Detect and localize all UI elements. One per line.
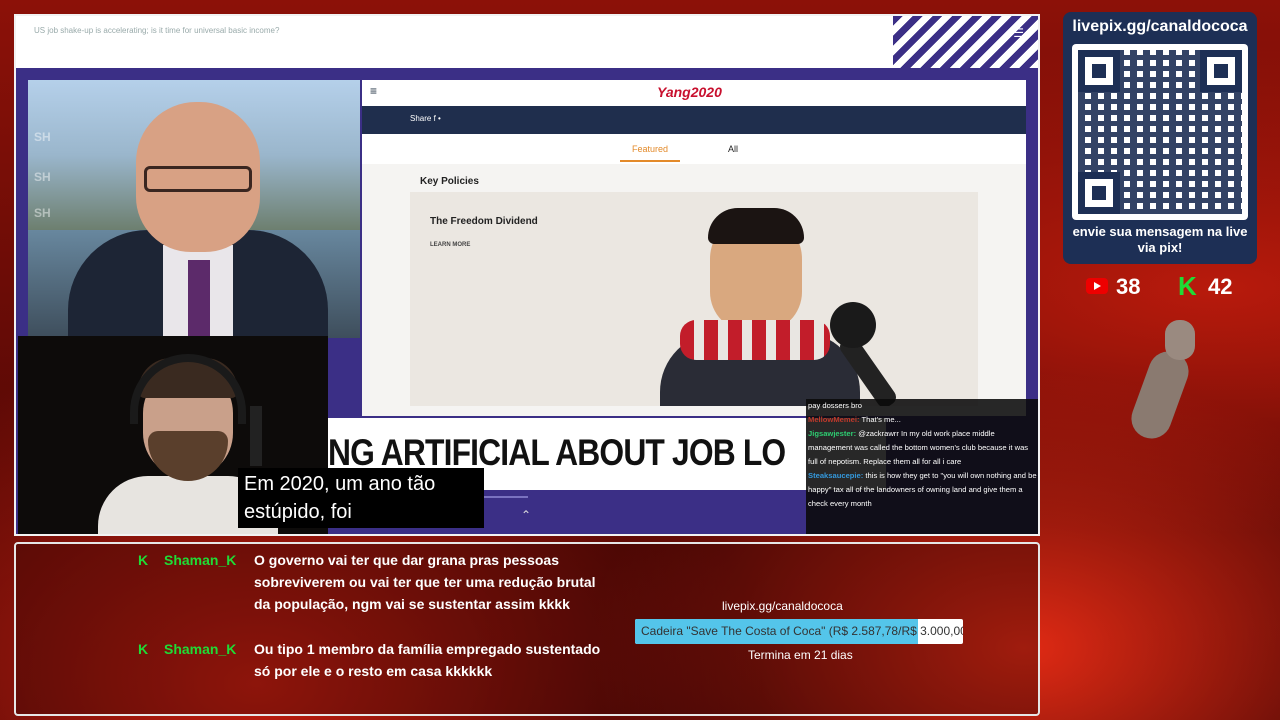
qr-code bbox=[1072, 44, 1248, 220]
candidate-scarf bbox=[680, 320, 830, 360]
kick-icon: K bbox=[1178, 271, 1197, 301]
candidate-photo bbox=[640, 202, 860, 406]
card-title: The Freedom Dividend bbox=[430, 216, 538, 227]
subtitle-caption: Em 2020, um ano tão estúpido, foi bbox=[238, 468, 484, 528]
chat-line: Jigsawjester: @zackrawrr In my old work … bbox=[808, 429, 1029, 466]
backdrop-text: SH bbox=[34, 170, 51, 184]
anchor-glasses bbox=[144, 166, 252, 192]
section-title: Key Policies bbox=[420, 176, 479, 187]
chat-line: Steaksaucepie: this is how they get to "… bbox=[808, 471, 1037, 508]
tab-featured[interactable]: Featured bbox=[620, 144, 681, 162]
policy-card[interactable]: The Freedom Dividend LEARN MORE bbox=[410, 192, 978, 406]
news-anchor-feed: SH SH SH bbox=[28, 80, 360, 338]
campaign-website: ≡ Yang2020 Share f • Featured All Key Po… bbox=[362, 80, 1026, 416]
backdrop-text: SH bbox=[34, 130, 51, 144]
chevron-up-icon[interactable]: ⌃ bbox=[521, 508, 531, 522]
site-tabs: Featured All bbox=[362, 134, 1026, 164]
pix-url: livepix.gg/canaldococa bbox=[1072, 18, 1248, 35]
wolf-decoration bbox=[1110, 320, 1220, 460]
hamburger-icon[interactable]: ≡ bbox=[370, 84, 377, 98]
decorative-stripes bbox=[893, 16, 1038, 68]
backdrop-text: SH bbox=[34, 206, 51, 220]
wolf-head bbox=[1165, 320, 1195, 360]
chat-text: O governo vai ter que dar grana pras pes… bbox=[254, 552, 596, 612]
video-frame[interactable]: US job shake-up is accelerating; is it t… bbox=[14, 14, 1040, 536]
anchor-tie bbox=[188, 260, 210, 338]
chat-line: pay dossers bro bbox=[808, 401, 863, 410]
kick-icon: K bbox=[138, 552, 149, 568]
goal-label: Cadeira "Save The Costa of Coca" (R$ 2.5… bbox=[641, 624, 963, 638]
menu-icon[interactable]: ☰ bbox=[1013, 26, 1024, 40]
wolf-body bbox=[1125, 345, 1195, 445]
site-topbar: ≡ Yang2020 bbox=[362, 80, 1026, 106]
donation-goal-bar: Cadeira "Save The Costa of Coca" (R$ 2.5… bbox=[635, 619, 963, 644]
learn-more-link[interactable]: LEARN MORE bbox=[430, 242, 470, 248]
tab-all[interactable]: All bbox=[728, 144, 738, 154]
chat-username: Shaman_K bbox=[164, 552, 237, 568]
qr-finder bbox=[1200, 50, 1242, 92]
headset-icon bbox=[130, 354, 246, 424]
chat-message: K Shaman_K Ou tipo 1 membro da família e… bbox=[138, 638, 608, 682]
youtube-viewers: 38 bbox=[1116, 274, 1141, 299]
chat-text: Ou tipo 1 membro da família empregado su… bbox=[254, 641, 601, 679]
microphone-icon bbox=[830, 302, 876, 348]
chat-username: Shaman_K bbox=[164, 641, 237, 657]
qr-finder bbox=[1078, 172, 1120, 214]
goal-url: livepix.gg/canaldococa bbox=[722, 599, 843, 613]
share-label[interactable]: Share f • bbox=[410, 114, 441, 123]
share-bar: Share f • bbox=[362, 106, 1026, 134]
goal-ends: Termina em 21 dias bbox=[748, 648, 853, 662]
video-title-bar: US job shake-up is accelerating; is it t… bbox=[16, 16, 1038, 68]
stream-chat-overlay: pay dossers bro MellowMemei: That's me..… bbox=[806, 399, 1038, 534]
kick-viewers: 42 bbox=[1208, 274, 1233, 299]
youtube-icon bbox=[1086, 278, 1108, 294]
video-title: US job shake-up is accelerating; is it t… bbox=[34, 26, 280, 35]
candidate-hair bbox=[708, 208, 804, 244]
streamer-microphone bbox=[250, 406, 262, 466]
streamer-beard bbox=[148, 431, 228, 481]
qr-finder bbox=[1078, 50, 1120, 92]
chat-message: K Shaman_K O governo vai ter que dar gra… bbox=[138, 549, 608, 615]
pix-cta: envie sua mensagem na live via pix! bbox=[1072, 224, 1248, 255]
pix-panel: livepix.gg/canaldococa envie sua mensage… bbox=[1063, 12, 1257, 264]
kick-icon: K bbox=[138, 641, 149, 657]
chat-line: MellowMemei: That's me... bbox=[808, 415, 901, 424]
site-logo[interactable]: Yang2020 bbox=[657, 84, 722, 100]
